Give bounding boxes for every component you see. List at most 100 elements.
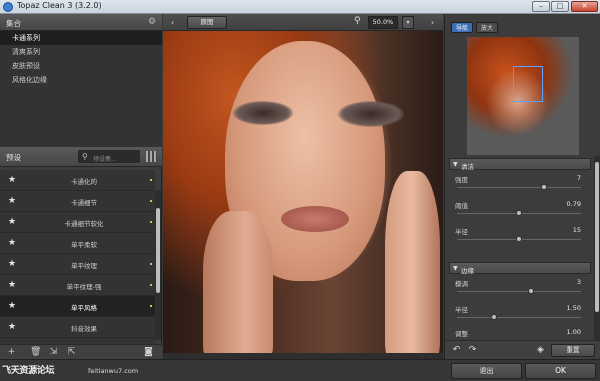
left-panel: 集合 ⚙ 卡通系列 清爽系列 皮肤预设 风格化边缘 预设 ⚲ 预设集... ★ … [0,14,162,359]
save-preset-icon[interactable]: ◈ [535,345,546,356]
redo-icon[interactable]: ↷ [467,345,478,356]
status-dot [150,284,152,286]
scrollbar-thumb[interactable] [595,162,599,312]
portrait-hand [385,171,440,359]
trash-icon[interactable]: 🗑 [30,347,41,358]
zoom-icon[interactable]: ⚲ [354,16,361,26]
maximize-button[interactable]: □ [551,1,569,12]
star-icon[interactable]: ★ [8,322,16,332]
navigator-thumbnail[interactable] [467,37,579,155]
collection-item[interactable]: 皮肤预设 [0,59,162,73]
collapse-right-icon[interactable]: › [427,17,438,28]
scrollbar-thumb[interactable] [156,208,160,293]
camera-icon[interactable]: ◙ [143,347,154,358]
navigator-viewport-box[interactable] [513,66,543,102]
status-dot [150,221,152,223]
preset-row[interactable]: ★ 卡通化的 [0,170,155,191]
image-canvas[interactable] [163,31,443,359]
param-value[interactable]: 0.79 [567,200,581,208]
search-placeholder: 预设集... [93,156,117,163]
tab-navigator[interactable]: 导航 [451,22,473,33]
settings-toolbar: ↶ ↷ ◈ 重置 [445,340,600,359]
star-icon[interactable]: ★ [8,238,16,248]
star-icon[interactable]: ★ [8,196,16,206]
original-toggle-button[interactable]: 原图 [187,16,227,29]
expand-triangle-icon: ▼ [453,161,458,168]
canvas-toolbar: ‹ 原图 ⚲ 50.0% ▾ › [163,14,443,31]
collapse-left-icon[interactable]: ‹ [167,17,178,28]
add-icon[interactable]: + [6,347,17,358]
preset-row[interactable]: ★ 单平纹理-强 [0,275,155,296]
param-value[interactable]: 1.50 [567,304,581,312]
bottom-bar: 飞天资源论坛 feitianwu7.com 退出 OK [0,359,600,381]
export-icon[interactable]: ⇱ [66,347,77,358]
presets-scrollbar[interactable] [155,190,161,340]
cancel-button[interactable]: 退出 [451,363,522,379]
settings-scrollbar[interactable] [594,156,600,341]
param-edge-radius: 半径 1.50 [449,302,591,328]
param-value[interactable]: 7 [577,174,581,182]
collections-title: 集合 [6,19,21,28]
param-label: 阈值 [455,202,468,210]
preset-row[interactable]: ★ 卡通细节 [0,191,155,212]
slider-knob[interactable] [491,314,498,320]
param-strength: 强度 7 [449,172,591,198]
gear-icon[interactable]: ⚙ [147,17,157,27]
collection-item[interactable]: 卡通系列 [0,31,162,45]
collection-item[interactable]: 风格化边缘 [0,73,162,87]
window-title: Topaz Clean 3 (3.2.0) [17,1,102,10]
slider-knob[interactable] [516,236,522,242]
preset-name: 卡通细节 [71,199,97,207]
star-icon[interactable]: ★ [8,280,16,290]
slider-track[interactable] [457,317,581,318]
param-value[interactable]: 1.00 [567,328,581,336]
chevron-down-icon[interactable]: ▾ [402,16,414,29]
star-icon[interactable]: ★ [8,259,16,269]
param-value[interactable]: 3 [577,278,581,286]
presets-title: 预设 [6,153,21,162]
star-icon[interactable]: ★ [8,301,16,311]
preset-name: 单平纹理-强 [66,283,102,291]
preset-row[interactable]: ★ 抖音效果 [0,317,155,338]
import-icon[interactable]: ⇲ [48,347,59,358]
star-icon[interactable]: ★ [8,217,16,227]
collections-header: 集合 ⚙ [0,14,162,31]
reset-button[interactable]: 重置 [551,344,595,357]
slider-track[interactable] [457,187,581,188]
status-dot [150,179,152,181]
grid-view-icon[interactable] [146,151,157,162]
presets-list: ★ 卡通化的 ★ 卡通细节 ★ 卡通细节软化 ★ 单平柔软 ★ 单平纹理 ★ 单… [0,170,155,350]
preset-row[interactable]: ★ 单平纹理 [0,254,155,275]
preset-row-selected[interactable]: ★ 单平风格 [0,296,155,317]
right-panel: 导航 放大 ▼ 清洁 强度 7 阈值 0.79 半径 15 ▼ 边缘 模调 3 … [444,14,600,359]
slider-knob[interactable] [516,210,522,216]
slider-knob[interactable] [540,184,547,190]
minimize-button[interactable]: – [532,1,550,12]
preset-row[interactable]: ★ 卡通细节软化 [0,212,155,233]
zoom-level-field[interactable]: 50.0% [368,16,398,29]
param-value[interactable]: 15 [573,226,581,234]
tab-zoom[interactable]: 放大 [476,22,498,33]
slider-track[interactable] [457,291,581,292]
slider-knob[interactable] [528,288,535,294]
param-adjust: 调整 1.00 [449,326,591,340]
preset-name: 抖音效果 [71,325,97,333]
undo-icon[interactable]: ↶ [451,345,462,356]
param-mode: 模调 3 [449,276,591,302]
param-threshold: 阈值 0.79 [449,198,591,224]
app-logo-icon [3,2,13,12]
portrait-hand [203,211,273,359]
star-icon[interactable]: ★ [8,175,16,185]
close-button[interactable]: ✕ [571,1,598,12]
ok-button[interactable]: OK [525,363,596,379]
search-icon: ⚲ [82,152,88,161]
section-edge-header[interactable]: ▼ 边缘 [449,262,591,275]
param-label: 模调 [455,280,468,288]
preset-row[interactable]: ★ 单平柔软 [0,233,155,254]
status-dot [150,263,152,265]
preset-name: 单平纹理 [71,262,97,270]
collection-item[interactable]: 清爽系列 [0,45,162,59]
preset-name: 单平风格 [71,304,97,312]
preset-search-input[interactable]: ⚲ 预设集... [78,150,140,163]
section-clean-header[interactable]: ▼ 清洁 [449,158,591,171]
